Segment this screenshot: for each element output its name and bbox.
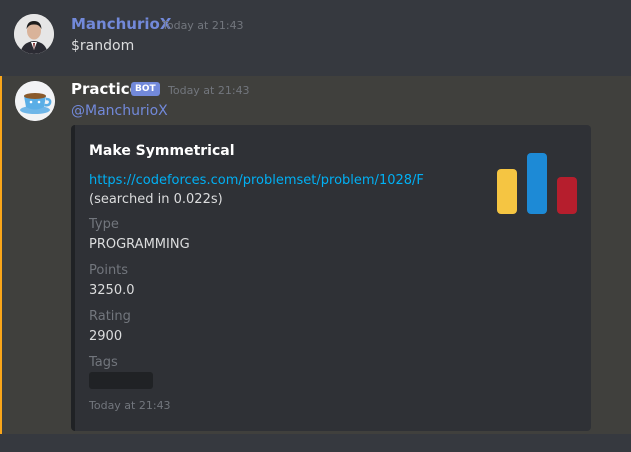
author-name[interactable]: ManchurioX (71, 15, 171, 33)
message-user: ManchurioX Today at 21:43 $random (0, 0, 631, 74)
field-name-rating: Rating (89, 309, 131, 324)
tags-spoiler[interactable] (89, 372, 153, 389)
user-mention[interactable]: @ManchurioX (71, 103, 168, 119)
bot-badge: BOT (131, 82, 160, 96)
avatar[interactable] (15, 81, 55, 121)
field-value-type: PROGRAMMING (89, 237, 190, 252)
field-value-points: 3250.0 (89, 283, 135, 298)
embed-title: Make Symmetrical (89, 143, 235, 159)
author-name[interactable]: Practice (71, 80, 140, 98)
user-avatar-icon (14, 14, 54, 54)
embed-description: https://codeforces.com/problemset/proble… (89, 171, 479, 209)
message-timestamp: Today at 21:43 (168, 84, 250, 97)
message-timestamp: Today at 21:43 (162, 19, 244, 32)
teacup-avatar-icon (15, 81, 55, 121)
field-name-points: Points (89, 263, 129, 278)
search-time-text: (searched in 0.022s) (89, 192, 223, 207)
chat-view: ManchurioX Today at 21:43 $random Practi… (0, 0, 631, 452)
chat-bottom-spacer (0, 434, 631, 452)
message-bot: Practice BOT Today at 21:43 @ManchurioX … (0, 76, 631, 434)
codeforces-logo-icon (497, 153, 577, 214)
field-value-rating: 2900 (89, 329, 123, 344)
field-name-type: Type (89, 217, 119, 232)
embed-footer-timestamp: Today at 21:43 (89, 399, 171, 412)
message-content: $random (71, 38, 135, 54)
avatar[interactable] (14, 14, 54, 54)
field-name-tags: Tags (89, 355, 118, 370)
problem-link[interactable]: https://codeforces.com/problemset/proble… (89, 173, 424, 188)
problem-embed: Make Symmetrical https://codeforces.com/… (71, 125, 591, 431)
